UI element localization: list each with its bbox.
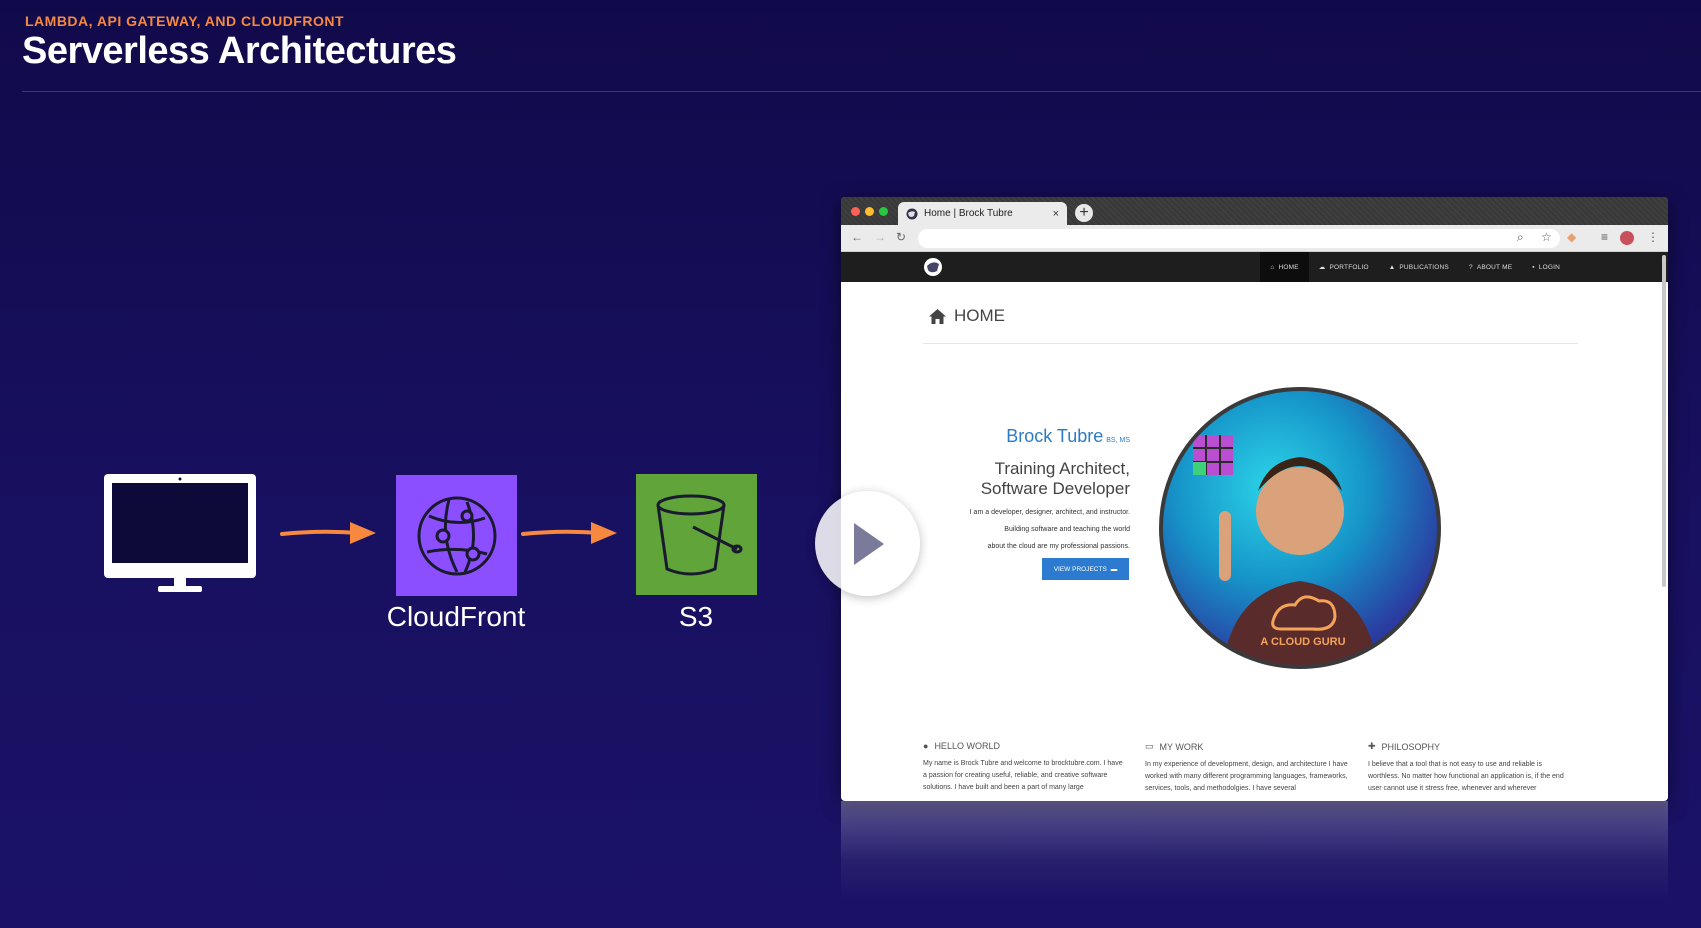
tab-title: Home | Brock Tubre — [924, 208, 1013, 219]
maximize-window-dot[interactable] — [879, 207, 888, 216]
minimize-window-dot[interactable] — [865, 207, 874, 216]
home-icon: ⌂ — [1270, 263, 1275, 271]
home-icon — [929, 308, 946, 324]
slide-eyebrow: LAMBDA, API GATEWAY, AND CLOUDFRONT — [25, 13, 345, 29]
menu-item-publications[interactable]: ▲ PUBLICATIONS — [1379, 252, 1459, 282]
profile-avatar: A CLOUD GURU — [1159, 387, 1441, 669]
globe-icon — [906, 208, 918, 219]
site-navbar: ⌂ HOME ☁ PORTFOLIO ▲ PUBLICATIONS ? ABOU… — [841, 252, 1668, 282]
puzzle-icon: ✚ — [1368, 741, 1376, 751]
page-heading: HOME — [929, 306, 1005, 326]
back-arrow-icon[interactable]: ← — [851, 230, 863, 244]
play-icon — [853, 522, 884, 565]
portfolio-icon: ☁ — [1318, 264, 1326, 271]
cloudfront-label: CloudFront — [386, 601, 526, 632]
s3-bucket-icon — [636, 474, 757, 595]
s3-label: S3 — [678, 601, 714, 632]
feature-columns: ● HELLO WORLD My name is Brock Tubre and… — [923, 741, 1583, 801]
menu-item-login[interactable]: ▪ LOGIN — [1522, 252, 1570, 282]
menu-item-about[interactable]: ? ABOUT ME — [1459, 252, 1522, 282]
monitor-icon: ▭ — [1145, 741, 1154, 751]
arrow-right-icon — [521, 518, 621, 548]
extension-icon[interactable]: ◆ — [1567, 230, 1576, 244]
profile-name: Brock Tubre BS, MS — [1006, 426, 1130, 446]
reload-icon[interactable]: ↻ — [896, 230, 906, 244]
zoom-icon[interactable]: ⌕ — [1517, 230, 1524, 245]
graduation-cap-icon: ▲ — [1388, 263, 1396, 271]
slide-title: Serverless Architectures — [22, 30, 457, 72]
browser-toolbar: ← → ↻ ⌕ ☆ ◆ ≡ ⋮ — [841, 225, 1668, 252]
new-tab-button[interactable]: + — [1075, 204, 1093, 222]
desktop-monitor-icon — [104, 474, 256, 598]
play-button[interactable] — [815, 491, 920, 596]
feature-column: ▭ MY WORK In my experience of developmen… — [1145, 741, 1348, 792]
star-icon[interactable]: ☆ — [1541, 230, 1552, 244]
question-icon: ? — [1468, 263, 1473, 271]
site-menu: ⌂ HOME ☁ PORTFOLIO ▲ PUBLICATIONS ? ABOU… — [1260, 252, 1570, 282]
playlist-icon[interactable]: ≡ — [1601, 230, 1608, 244]
folder-icon: ▬ — [1110, 565, 1118, 573]
profile-role: Training Architect, Software Developer — [980, 459, 1130, 498]
browser-window: Home | Brock Tubre × + ← → ↻ ⌕ ☆ ◆ ≡ ⋮ ⌂… — [841, 197, 1668, 801]
menu-item-portfolio[interactable]: ☁ PORTFOLIO — [1309, 252, 1379, 282]
address-bar[interactable] — [918, 229, 1560, 248]
profile-blurb: I am a developer, designer, architect, a… — [969, 509, 1130, 550]
browser-reflection — [841, 801, 1668, 901]
more-menu-icon[interactable]: ⋮ — [1647, 230, 1659, 244]
menu-item-home[interactable]: ⌂ HOME — [1260, 252, 1309, 282]
close-window-dot[interactable] — [851, 207, 860, 216]
feature-column: ✚ PHILOSOPHY I believe that a tool that … — [1368, 741, 1564, 792]
browser-tabstrip: Home | Brock Tubre × + — [841, 197, 1668, 225]
lock-icon: ▪ — [1532, 263, 1535, 271]
cloudfront-icon — [396, 475, 517, 596]
avatar-shirt-text: A CLOUD GURU — [1260, 636, 1345, 648]
arrow-right-icon — [280, 518, 380, 548]
feature-column: ● HELLO WORLD My name is Brock Tubre and… — [923, 741, 1123, 791]
globe-icon: ● — [923, 741, 929, 751]
browser-tab[interactable]: Home | Brock Tubre × — [898, 202, 1067, 225]
title-divider — [22, 91, 1701, 92]
close-icon[interactable]: × — [1053, 208, 1059, 220]
site-logo[interactable] — [923, 257, 943, 277]
view-projects-button[interactable]: VIEW PROJECTS ▬ — [1042, 558, 1129, 580]
profile-avatar-icon[interactable] — [1620, 231, 1634, 245]
heading-divider — [923, 343, 1578, 344]
page-scrollbar[interactable] — [1662, 255, 1666, 587]
forward-arrow-icon[interactable]: → — [874, 230, 886, 244]
